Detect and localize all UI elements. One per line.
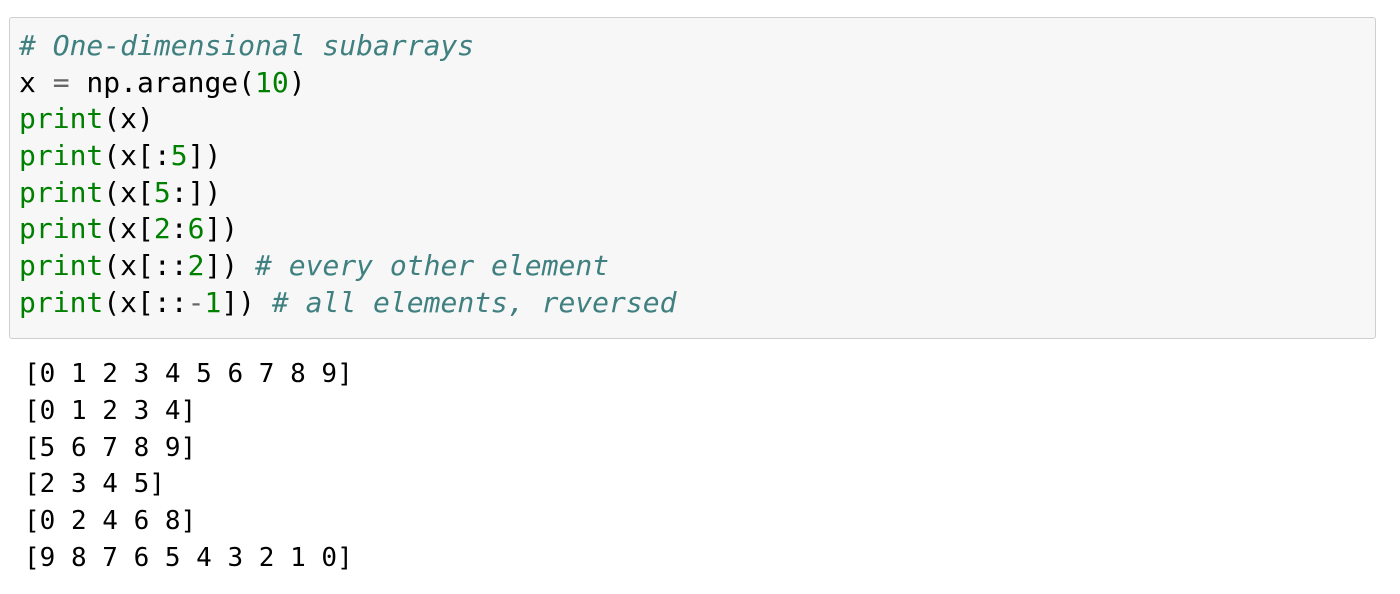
output-line: [0 1 2 3 4]	[24, 395, 197, 426]
code-token-text: (x[::	[103, 249, 188, 283]
code-token-op: -	[187, 285, 205, 319]
code-token-text: np.arange(	[69, 65, 256, 99]
code-line: print(x[::2]) # every other element	[19, 248, 676, 285]
code-line: print(x[5:])	[19, 175, 676, 212]
code-token-comment: # One-dimensional subarrays	[19, 29, 475, 62]
code-token-builtin: print	[19, 102, 104, 136]
output-line: [5 6 7 8 9]	[24, 432, 197, 463]
cell-output: [0 1 2 3 4 5 6 7 8 9] [0 1 2 3 4] [5 6 7 8…	[24, 356, 353, 577]
code-editor[interactable]: # One-dimensional subarrays x = np.arange…	[19, 28, 676, 322]
code-token-op: =	[52, 65, 70, 99]
code-token-number: 5	[170, 139, 188, 173]
code-token-text: ])	[187, 139, 222, 173]
code-token-number: 6	[187, 212, 205, 246]
code-token-text: (x[::	[103, 285, 188, 319]
code-token-text: (x[	[103, 212, 154, 246]
code-token-number: 2	[187, 249, 205, 283]
code-token-number: 10	[255, 65, 289, 99]
code-token-text: :])	[170, 175, 222, 209]
code-token-text: ])	[204, 249, 256, 283]
code-line: print(x[:5])	[19, 138, 676, 175]
code-token-builtin: print	[19, 139, 104, 173]
output-line: [9 8 7 6 5 4 3 2 1 0]	[24, 542, 353, 573]
code-token-text: ])	[221, 285, 272, 319]
code-line: print(x)	[19, 101, 676, 138]
code-line: print(x[::-1]) # all elements, reversed	[19, 285, 676, 322]
output-line: [0 1 2 3 4 5 6 7 8 9]	[24, 359, 353, 389]
code-token-text: )	[288, 65, 306, 99]
output-line: [0 2 4 6 8]	[24, 506, 197, 537]
code-token-number: 2	[153, 212, 171, 246]
code-token-comment: # every other element	[255, 249, 610, 283]
code-token-text: :	[170, 212, 188, 246]
code-token-text: (x)	[103, 102, 154, 136]
code-token-text: (x[	[103, 175, 154, 209]
code-token-builtin: print	[19, 212, 104, 246]
code-token-builtin: print	[19, 285, 104, 319]
code-line: x = np.arange(10)	[19, 65, 676, 102]
output-line: [2 3 4 5]	[24, 469, 165, 500]
code-token-text: ])	[204, 212, 239, 246]
code-token-builtin: print	[19, 175, 104, 209]
code-token-builtin: print	[19, 249, 104, 283]
code-token-number: 5	[153, 175, 171, 209]
code-token-text: x	[19, 65, 53, 99]
code-token-text: (x[:	[103, 139, 171, 173]
code-token-number: 1	[204, 285, 222, 319]
code-line: # One-dimensional subarrays	[19, 28, 676, 65]
code-line: print(x[2:6])	[19, 211, 676, 248]
code-token-comment: # all elements, reversed	[271, 285, 677, 319]
